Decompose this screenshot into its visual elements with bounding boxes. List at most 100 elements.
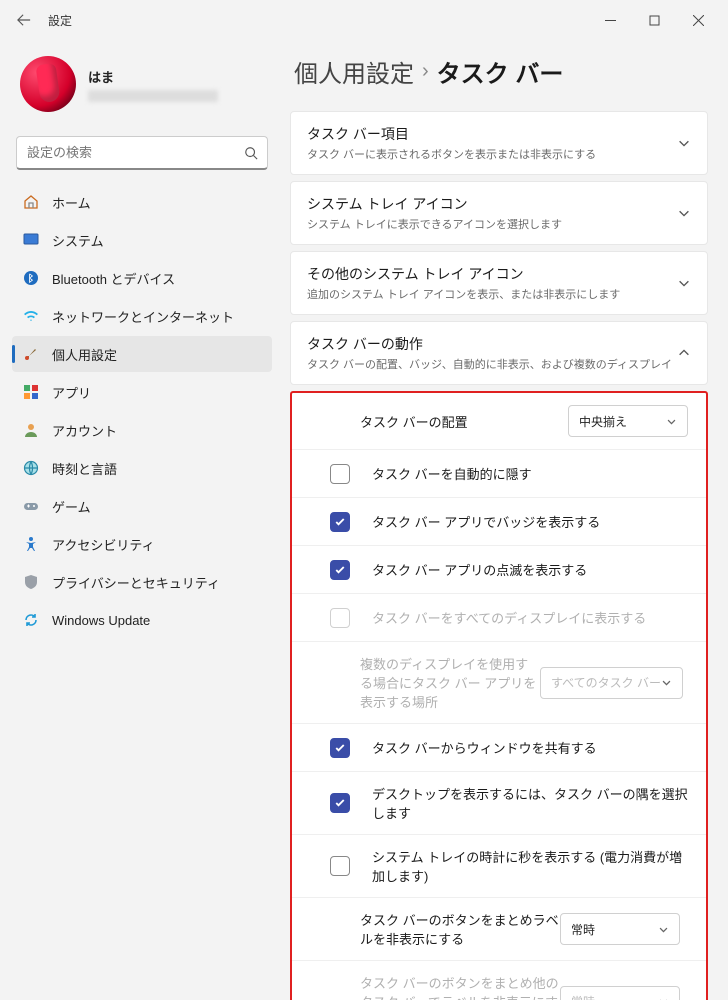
apps-icon	[22, 383, 40, 401]
select-value: 常時	[571, 993, 595, 1000]
chevron-down-icon	[658, 996, 669, 1000]
chevron-right-icon: ›	[422, 60, 429, 83]
flashing-label: タスク バー アプリの点滅を表示する	[372, 560, 688, 579]
chevron-down-icon	[658, 924, 669, 935]
select-value: 中央揃え	[579, 413, 627, 430]
user-profile[interactable]: はま	[12, 48, 272, 120]
section-title: システム トレイ アイコン	[307, 194, 677, 214]
showdesktop-label: デスクトップを表示するには、タスク バーの隅を選択します	[372, 784, 688, 822]
nav-accessibility[interactable]: アクセシビリティ	[12, 526, 272, 562]
back-button[interactable]	[8, 4, 40, 36]
nav-label: プライバシーとセキュリティ	[52, 573, 220, 592]
shield-icon	[22, 573, 40, 591]
section-title: タスク バー項目	[307, 124, 677, 144]
accessibility-icon	[22, 535, 40, 553]
showdesktop-checkbox[interactable]	[330, 793, 350, 813]
brush-icon	[22, 345, 40, 363]
badges-label: タスク バー アプリでバッジを表示する	[372, 512, 688, 531]
nav-label: ネットワークとインターネット	[52, 307, 234, 326]
row-share-window[interactable]: タスク バーからウィンドウを共有する	[292, 724, 706, 772]
select-value: 常時	[571, 921, 595, 938]
update-icon	[22, 611, 40, 629]
person-icon	[22, 421, 40, 439]
row-all-displays: タスク バーをすべてのディスプレイに表示する	[292, 594, 706, 642]
nav-label: Bluetooth とデバイス	[52, 269, 175, 288]
nav-windows-update[interactable]: Windows Update	[12, 602, 272, 638]
close-button[interactable]	[676, 4, 720, 36]
row-combine-other: タスク バーのボタンをまとめ他のタスク バーでラベルを非表示にする 常時	[292, 961, 706, 1000]
combineother-label: タスク バーのボタンをまとめ他のタスク バーでラベルを非表示にする	[360, 973, 560, 1000]
select-value: すべてのタスク バー	[551, 674, 661, 691]
section-desc: 追加のシステム トレイ アイコンを表示、または非表示にします	[307, 286, 677, 302]
chevron-down-icon	[666, 416, 677, 427]
nav-accounts[interactable]: アカウント	[12, 412, 272, 448]
gamepad-icon	[22, 497, 40, 515]
nav-label: システム	[52, 231, 104, 250]
nav-gaming[interactable]: ゲーム	[12, 488, 272, 524]
sharewindow-checkbox[interactable]	[330, 738, 350, 758]
chevron-up-icon	[677, 346, 691, 360]
nav-personalization[interactable]: 個人用設定	[12, 336, 272, 372]
alldisplays-label: タスク バーをすべてのディスプレイに表示する	[372, 608, 688, 627]
alignment-select[interactable]: 中央揃え	[568, 405, 688, 437]
section-system-tray[interactable]: システム トレイ アイコン システム トレイに表示できるアイコンを選択します	[290, 181, 708, 245]
nav-label: ゲーム	[52, 497, 91, 516]
flashing-checkbox[interactable]	[330, 560, 350, 580]
nav-label: 個人用設定	[52, 345, 117, 364]
section-desc: システム トレイに表示できるアイコンを選択します	[307, 216, 677, 232]
section-taskbar-items[interactable]: タスク バー項目 タスク バーに表示されるボタンを表示または非表示にする	[290, 111, 708, 175]
alignment-label: タスク バーの配置	[360, 412, 568, 431]
section-title: タスク バーの動作	[307, 334, 677, 354]
globe-icon	[22, 459, 40, 477]
nav-time-language[interactable]: 時刻と言語	[12, 450, 272, 486]
combine-label: タスク バーのボタンをまとめラベルを非表示にする	[360, 910, 560, 948]
breadcrumb-current: タスク バー	[437, 54, 564, 89]
multidisplay-select: すべてのタスク バー	[540, 667, 683, 699]
avatar	[20, 56, 76, 112]
sharewindow-label: タスク バーからウィンドウを共有する	[372, 738, 688, 757]
nav-privacy[interactable]: プライバシーとセキュリティ	[12, 564, 272, 600]
maximize-button[interactable]	[632, 4, 676, 36]
nav-bluetooth[interactable]: Bluetooth とデバイス	[12, 260, 272, 296]
nav-label: アカウント	[52, 421, 117, 440]
system-icon	[22, 231, 40, 249]
row-combine: タスク バーのボタンをまとめラベルを非表示にする 常時	[292, 898, 706, 961]
row-clock-seconds[interactable]: システム トレイの時計に秒を表示する (電力消費が増加します)	[292, 835, 706, 898]
breadcrumb-parent[interactable]: 個人用設定	[294, 54, 414, 89]
row-alignment: タスク バーの配置 中央揃え	[292, 393, 706, 450]
nav-home[interactable]: ホーム	[12, 184, 272, 220]
minimize-button[interactable]	[588, 4, 632, 36]
section-title: その他のシステム トレイ アイコン	[307, 264, 677, 284]
badges-checkbox[interactable]	[330, 512, 350, 532]
seconds-checkbox[interactable]	[330, 856, 350, 876]
search-input[interactable]	[16, 136, 268, 170]
bluetooth-icon	[22, 269, 40, 287]
nav-system[interactable]: システム	[12, 222, 272, 258]
section-other-tray[interactable]: その他のシステム トレイ アイコン 追加のシステム トレイ アイコンを表示、また…	[290, 251, 708, 315]
section-taskbar-behavior[interactable]: タスク バーの動作 タスク バーの配置、バッジ、自動的に非表示、および複数のディ…	[290, 321, 708, 385]
nav-label: 時刻と言語	[52, 459, 117, 478]
chevron-down-icon	[677, 136, 691, 150]
row-show-desktop[interactable]: デスクトップを表示するには、タスク バーの隅を選択します	[292, 772, 706, 835]
search-icon	[244, 146, 258, 160]
autohide-checkbox[interactable]	[330, 464, 350, 484]
autohide-label: タスク バーを自動的に隠す	[372, 464, 688, 483]
nav-label: アプリ	[52, 383, 91, 402]
multidisplay-label: 複数のディスプレイを使用する場合にタスク バー アプリを表示する場所	[360, 654, 540, 711]
alldisplays-checkbox	[330, 608, 350, 628]
row-badges[interactable]: タスク バー アプリでバッジを表示する	[292, 498, 706, 546]
chevron-down-icon	[677, 276, 691, 290]
row-flashing[interactable]: タスク バー アプリの点滅を表示する	[292, 546, 706, 594]
user-name: はま	[88, 67, 218, 86]
section-desc: タスク バーに表示されるボタンを表示または非表示にする	[307, 146, 677, 162]
combine-select[interactable]: 常時	[560, 913, 680, 945]
nav-apps[interactable]: アプリ	[12, 374, 272, 410]
chevron-down-icon	[661, 677, 672, 688]
row-multidisplay: 複数のディスプレイを使用する場合にタスク バー アプリを表示する場所 すべてのタ…	[292, 642, 706, 724]
search-box[interactable]	[16, 136, 268, 170]
breadcrumb: 個人用設定 › タスク バー	[290, 54, 708, 89]
row-autohide[interactable]: タスク バーを自動的に隠す	[292, 450, 706, 498]
nav-network[interactable]: ネットワークとインターネット	[12, 298, 272, 334]
section-desc: タスク バーの配置、バッジ、自動的に非表示、および複数のディスプレイ	[307, 356, 677, 372]
user-email	[88, 90, 218, 102]
